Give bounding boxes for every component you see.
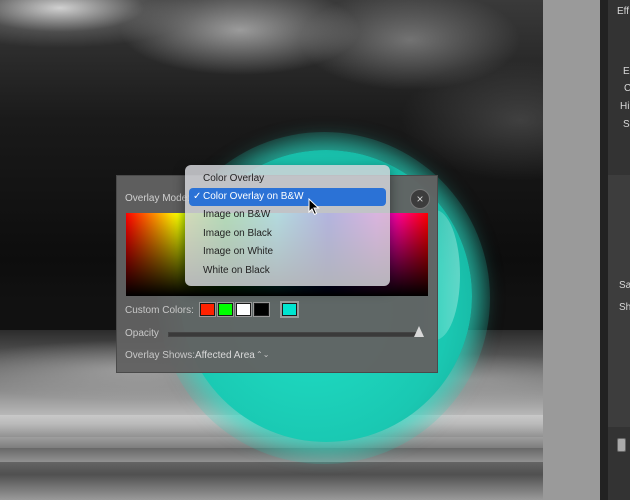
checkmark-icon: ✓ [193, 191, 202, 202]
option-label: Image on B&W [203, 209, 271, 220]
opacity-slider[interactable] [168, 332, 422, 337]
panel-divider [600, 0, 608, 500]
panel-label-effects: Eff [617, 6, 630, 17]
option-label: Image on Black [203, 228, 272, 239]
swatch-green[interactable] [218, 303, 233, 316]
panel-section-active [608, 175, 630, 427]
overlay-shows-label: Overlay Shows: [125, 350, 196, 361]
option-label: Color Overlay [203, 173, 265, 184]
overlay-mode-dropdown: Color Overlay ✓ Color Overlay on B&W Imag… [185, 165, 390, 286]
panel-label-s: S [623, 119, 630, 130]
close-icon[interactable]: × [410, 189, 430, 209]
panel-label-e: E [623, 66, 630, 77]
panel-label-sa: Sa [619, 280, 630, 291]
right-panel [543, 0, 630, 500]
opacity-label: Opacity [125, 328, 159, 339]
option-image-on-black[interactable]: Image on Black [189, 225, 386, 243]
mouse-cursor-icon [308, 198, 320, 216]
overlay-mode-label: Overlay Mode: [125, 193, 191, 204]
swatch-teal-current[interactable] [282, 303, 297, 316]
panel-scroll-handle[interactable] [617, 438, 626, 452]
option-label: White on Black [203, 265, 270, 276]
panel-label-c: C [624, 83, 630, 94]
overlay-shows-select[interactable]: Affected Area [195, 350, 255, 361]
panel-label-hi: Hi [620, 101, 630, 112]
option-white-on-black[interactable]: White on Black [189, 262, 386, 280]
swatch-black[interactable] [254, 303, 269, 316]
panel-label-sh: Sh [619, 302, 630, 313]
option-label: Color Overlay on B&W [203, 191, 304, 202]
option-color-overlay[interactable]: Color Overlay [189, 170, 386, 188]
opacity-slider-thumb[interactable] [414, 326, 424, 337]
option-label: Image on White [203, 246, 274, 257]
option-color-overlay-bw[interactable]: ✓ Color Overlay on B&W [189, 188, 386, 206]
swatch-white[interactable] [236, 303, 251, 316]
option-image-on-white[interactable]: Image on White [189, 243, 386, 261]
swatch-red[interactable] [200, 303, 215, 316]
chevron-updown-icon[interactable]: ⌃⌄ [256, 350, 269, 359]
option-image-on-bw[interactable]: Image on B&W [189, 206, 386, 224]
panel-gutter [543, 0, 600, 500]
custom-colors-label: Custom Colors: [125, 305, 194, 316]
